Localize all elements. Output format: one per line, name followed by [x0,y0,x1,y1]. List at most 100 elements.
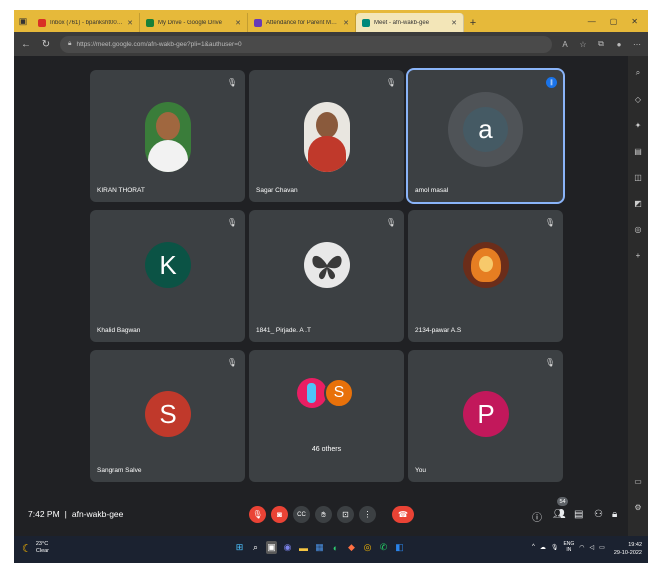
settings-icon[interactable]: ⚙ [634,503,641,512]
activities-icon[interactable]: ⚇ [594,509,603,520]
butterfly-icon [312,255,342,280]
participant-name: You [415,467,426,474]
search-icon[interactable]: ⌕ [250,541,261,554]
others-tile[interactable]: S 46 others [249,350,404,482]
raise-hand-button[interactable]: ✋︎ [315,506,332,523]
chat-app-icon[interactable]: ◉ [282,541,293,554]
drop-icon[interactable]: ◎ [635,225,642,234]
favorite-icon[interactable]: ☆ [578,40,588,49]
avatar-initial: S [159,398,177,429]
window-menu-icon[interactable]: ▣ [14,10,32,32]
cloud-icon[interactable]: ☁ [540,544,546,551]
url-text: https://meet.google.com/afn-wakb-gee?pli… [76,40,242,48]
close-icon[interactable]: ✕ [451,19,457,27]
moon-icon: ☾ [22,542,32,555]
browser-tab-bar: ▣ Inbox (761) - bpanksht001@gmail ✕ My D… [14,10,648,32]
refresh-icon[interactable]: ↻ [40,39,52,50]
more-icon[interactable]: ⋯ [632,40,642,49]
chrome-icon[interactable]: ◎ [362,541,373,554]
forms-icon [254,18,262,27]
tab-gmail[interactable]: Inbox (761) - bpanksht001@gmail ✕ [32,13,140,32]
mic-off-button[interactable]: 🎙︎ [249,506,266,523]
whatsapp-icon[interactable]: ✆ [378,541,389,554]
participant-tile[interactable]: 🎙︎ K Khalid Bagwan [90,210,245,342]
mic-off-icon: 🎙︎ [226,78,237,87]
close-icon[interactable]: ✕ [127,19,133,27]
mic-off-icon: 🎙︎ [385,78,396,87]
chevron-up-icon[interactable]: ^ [532,544,535,550]
games-icon[interactable]: ▤ [634,147,642,156]
meeting-details-icon[interactable]: ⓘ [532,509,542,524]
collections-icon[interactable]: ⧉ [596,39,606,49]
separator: | [64,509,67,519]
close-window-button[interactable]: ✕ [631,17,638,26]
mic-off-icon: 🎙︎ [385,218,396,227]
participant-tile[interactable]: 🎙︎ S Sangram Salve [90,350,245,482]
close-icon[interactable]: ✕ [343,19,349,27]
add-icon[interactable]: + [636,251,641,260]
participant-tile[interactable]: 🎙︎ 2134-pawar A.S [408,210,563,342]
participant-tile[interactable]: ∥ a amol masal [406,68,565,204]
host-controls-icon[interactable]: 🔒︎ [612,509,617,520]
participant-tile[interactable]: 🎙︎ 1841_ Pirjade. A .T [249,210,404,342]
lock-icon: 🔒︎ [68,40,72,47]
outlook-icon[interactable]: ◩ [634,199,642,208]
participant-name: Khalid Bagwan [97,327,141,334]
start-icon[interactable]: ⊞ [234,541,245,554]
read-aloud-icon[interactable]: A [560,40,570,49]
close-icon[interactable]: ✕ [235,19,241,27]
minimize-button[interactable]: — [588,17,596,26]
url-field[interactable]: 🔒︎ https://meet.google.com/afn-wakb-gee?… [60,35,552,53]
participant-photo [145,102,191,172]
participant-avatar: a [463,107,508,152]
tab-meet[interactable]: Meet - afn-wakb-gee ✕ [356,13,464,32]
volume-icon[interactable]: ◁ [590,544,595,551]
file-explorer-icon[interactable]: ▬ [298,541,309,554]
edge-icon[interactable]: ◐ [330,541,341,554]
office-icon[interactable]: ◫ [634,173,642,182]
tab-label: My Drive - Google Drive [158,19,223,26]
tab-label: Attendance for Parent Meet 29 [266,19,340,26]
language-indicator[interactable]: ENG IN [563,541,574,553]
participant-avatar: K [145,242,191,288]
back-icon[interactable]: ← [20,39,32,50]
address-bar: ← ↻ 🔒︎ https://meet.google.com/afn-wakb-… [14,32,648,56]
more-options-button[interactable]: ⋮ [359,506,376,523]
camera-off-button[interactable]: ◙ [271,506,288,523]
participant-photo [297,378,327,408]
people-icon[interactable]: 👥︎ [553,509,566,520]
tools-icon[interactable]: ✦ [635,121,642,130]
profile-icon[interactable]: ● [614,40,624,49]
sidebar-layout-icon[interactable]: ▭ [634,477,642,486]
participant-name: Sagar Chavan [256,187,298,194]
participant-tile[interactable]: 🎙︎ Sagar Chavan [249,70,404,202]
participant-tile[interactable]: 🎙︎ KIRAN THORAT [90,70,245,202]
maximize-button[interactable]: ▢ [610,17,618,26]
leave-call-button[interactable]: ☎︎ [392,506,414,523]
captions-button[interactable]: CC [293,506,310,523]
weather-widget[interactable]: ☾ 23°C Clear [22,541,49,555]
meeting-info: 7:42 PM | afn-wakb-gee [28,509,123,519]
shopping-icon[interactable]: ◇ [635,95,641,104]
avatar-initial: P [477,398,495,429]
participant-avatar: S [324,378,354,408]
present-button[interactable]: ⊡ [337,506,354,523]
new-tab-button[interactable]: + [464,13,482,32]
participant-name: amol masal [415,187,449,194]
word-icon[interactable]: ◧ [394,541,405,554]
window-controls: — ▢ ✕ [588,10,648,32]
office-icon[interactable]: ◆ [346,541,357,554]
battery-icon[interactable]: ▭ [599,544,605,551]
task-view-icon[interactable]: ▣ [266,541,277,554]
taskbar-clock[interactable]: 19:42 29-10-2022 [614,541,642,557]
tab-forms[interactable]: Attendance for Parent Meet 29 ✕ [248,13,356,32]
store-icon[interactable]: ▦ [314,541,325,554]
mic-icon[interactable]: 🎙︎ [551,544,559,551]
participant-tile[interactable]: 🎙︎ P You [408,350,563,482]
wifi-icon[interactable]: ◠ [579,544,584,551]
chat-icon[interactable]: ▤ [574,509,583,520]
search-icon[interactable]: ⌕ [636,68,640,78]
drive-icon [146,18,154,27]
avatar-initial: S [333,384,345,401]
tab-drive[interactable]: My Drive - Google Drive ✕ [140,13,248,32]
